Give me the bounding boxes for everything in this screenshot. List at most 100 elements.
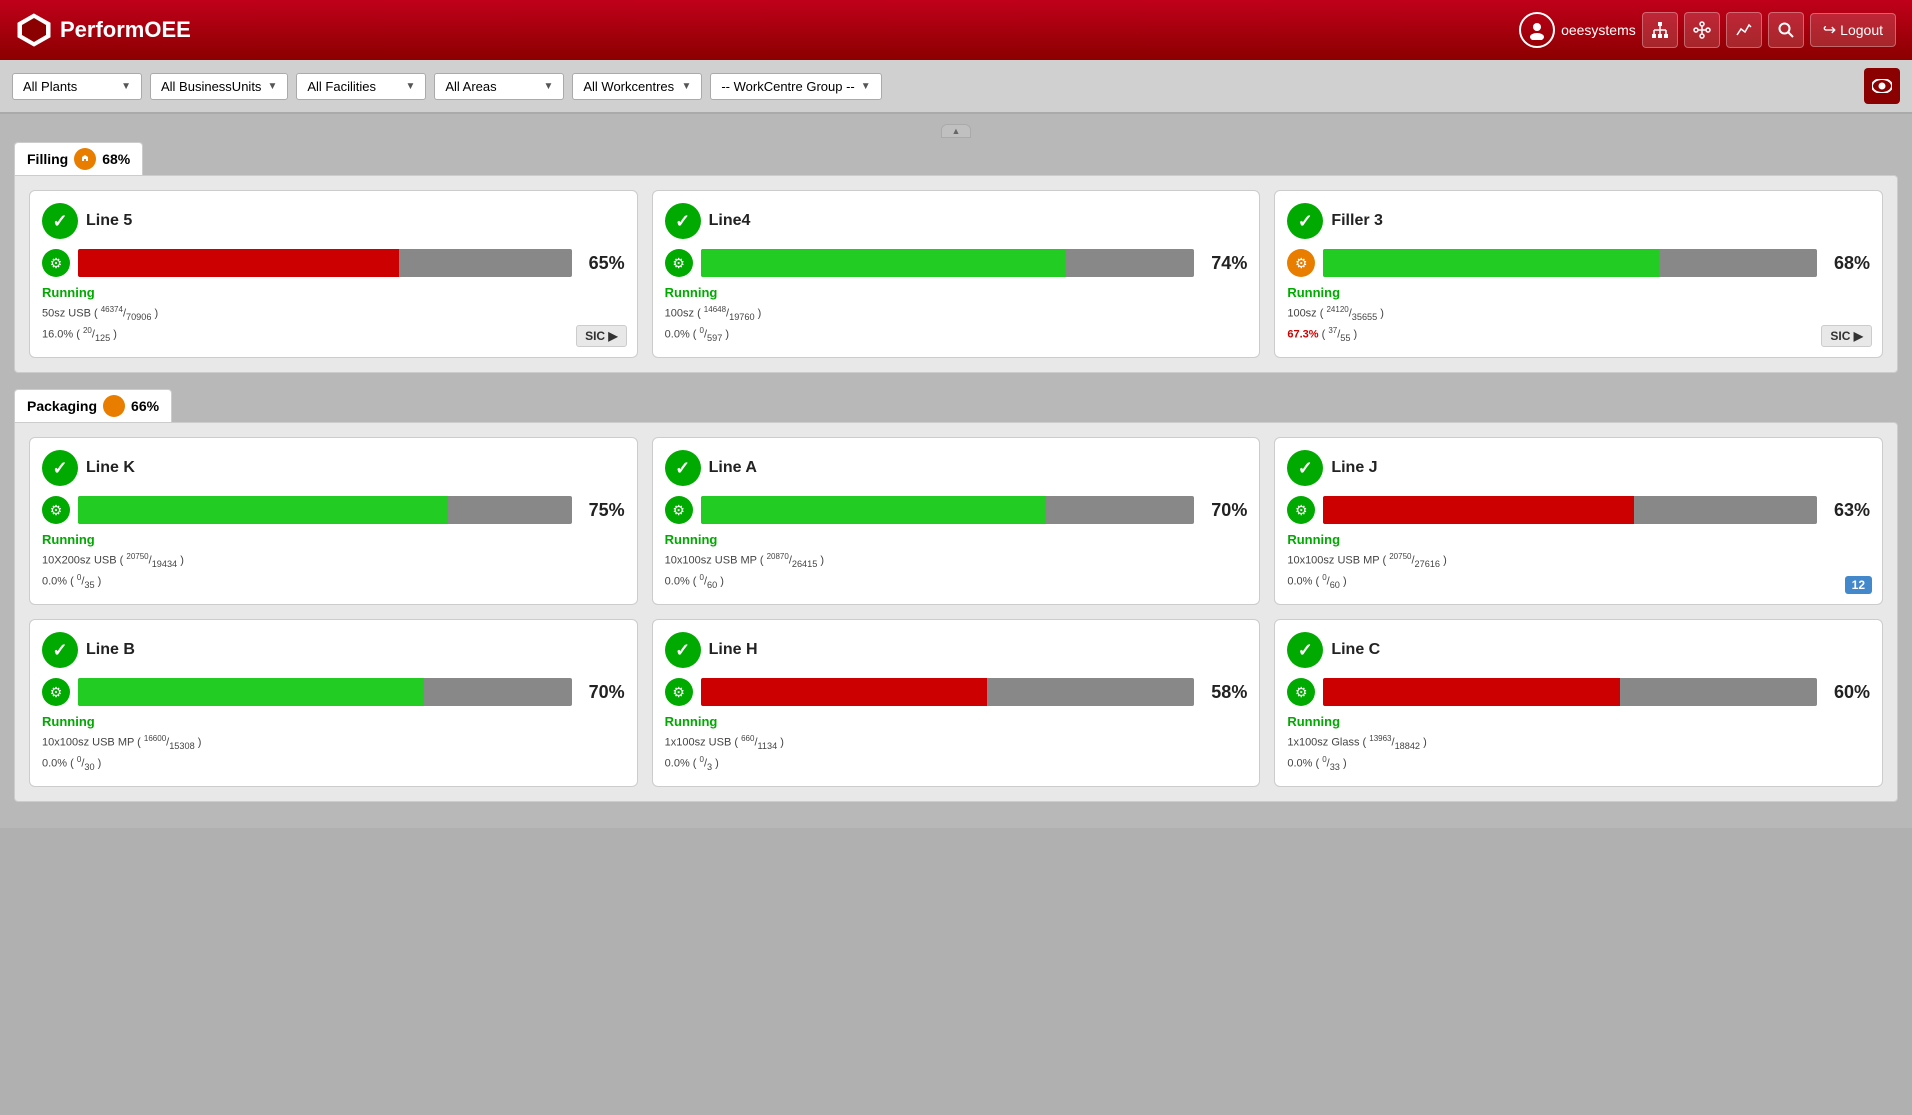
gear-icon-lineH: ⚙ [665,678,693,706]
progress-bar-lineB [78,678,572,706]
check-icon-lineK: ✓ [42,450,78,486]
collapse-handle[interactable]: ▲ [941,124,971,138]
info-lineH: 1x100sz USB ( 660/1134 ) 0.0% ( 0/3 ) [665,733,1248,774]
user-avatar [1519,12,1555,48]
gear-icon-lineB: ⚙ [42,678,70,706]
progress-fill-lineA [701,496,1047,524]
card-lineC: ✓ Line C ⚙ 60% Running 1x100sz Glass ( 1… [1274,619,1883,787]
gear-icon-line4: ⚙ [665,249,693,277]
status-lineA: Running [665,532,1248,547]
card-filler3-header: ✓ Filler 3 [1287,203,1870,239]
filling-cards: ✓ Line 5 ⚙ 65% Running 50sz USB ( 46374/… [14,175,1898,373]
logout-arrow-icon: ↪ [1823,20,1836,40]
filter-bar: All Plants ▼ All BusinessUnits ▼ All Fac… [0,60,1912,114]
card-lineA-progress-row: ⚙ 70% [665,496,1248,524]
gear-icon-lineK: ⚙ [42,496,70,524]
packaging-tab[interactable]: Packaging 66% [14,389,172,422]
visibility-button[interactable] [1864,68,1900,104]
card-lineB-progress-row: ⚙ 70% [42,678,625,706]
card-lineH-title: Line H [709,641,758,659]
progress-fill-filler3 [1323,249,1659,277]
card-lineC-header: ✓ Line C [1287,632,1870,668]
filling-oee-value: 68% [102,151,130,167]
progress-bar-lineC [1323,678,1817,706]
card-lineH: ✓ Line H ⚙ 58% Running 1x100sz USB ( 660… [652,619,1261,787]
logout-label: Logout [1840,22,1883,38]
status-lineC: Running [1287,714,1870,729]
all-business-units-select[interactable]: All BusinessUnits ▼ [150,73,288,100]
info-line4: 100sz ( 14648/19760 ) 0.0% ( 0/597 ) [665,304,1248,345]
filling-oee-badge [74,148,96,170]
card-lineB-header: ✓ Line B [42,632,625,668]
gear-icon-lineJ: ⚙ [1287,496,1315,524]
hierarchy-icon[interactable] [1642,12,1678,48]
all-plants-select[interactable]: All Plants ▼ [12,73,142,100]
chevron-down-icon: ▼ [861,81,871,92]
info-lineA: 10x100sz USB MP ( 20870/26415 ) 0.0% ( 0… [665,551,1248,592]
user-info: oeesystems [1519,12,1636,48]
search-icon[interactable] [1768,12,1804,48]
sic-button-line5[interactable]: SIC ▶ [576,325,627,347]
card-lineA: ✓ Line A ⚙ 70% Running 10x100sz USB MP (… [652,437,1261,605]
pct-lineH: 58% [1202,682,1247,703]
gear-icon-lineC: ⚙ [1287,678,1315,706]
status-lineH: Running [665,714,1248,729]
card-lineB-title: Line B [86,641,135,659]
check-icon-line5: ✓ [42,203,78,239]
pct-lineC: 60% [1825,682,1870,703]
main-content: ▲ Filling 68% ✓ Line 5 ⚙ [0,114,1912,828]
chevron-down-icon: ▼ [121,81,131,92]
card-line5: ✓ Line 5 ⚙ 65% Running 50sz USB ( 46374/… [29,190,638,358]
card-filler3-progress-row: ⚙ 68% [1287,249,1870,277]
chart-icon[interactable] [1726,12,1762,48]
workcentre-group-label: -- WorkCentre Group -- [721,79,854,94]
card-filler3: ✓ Filler 3 ⚙ 68% Running 100sz ( 24120/3… [1274,190,1883,358]
logo: PerformOEE [16,12,191,48]
badge-lineJ: 12 [1845,576,1872,594]
all-facilities-label: All Facilities [307,79,376,94]
all-facilities-select[interactable]: All Facilities ▼ [296,73,426,100]
filling-tab[interactable]: Filling 68% [14,142,143,175]
check-icon-lineB: ✓ [42,632,78,668]
packaging-oee-badge [103,395,125,417]
card-lineJ-title: Line J [1331,459,1377,477]
status-filler3: Running [1287,285,1870,300]
app-header: PerformOEE oeesystems ↪ Logout [0,0,1912,60]
card-line5-header: ✓ Line 5 [42,203,625,239]
logo-text: PerformOEE [60,17,191,43]
progress-fill-line4 [701,249,1066,277]
card-lineC-progress-row: ⚙ 60% [1287,678,1870,706]
card-line5-title: Line 5 [86,212,132,230]
info-filler3: 100sz ( 24120/35655 ) 67.3% ( 37/55 ) [1287,304,1870,345]
progress-bar-filler3 [1323,249,1817,277]
status-line4: Running [665,285,1248,300]
red-info-filler3: 67.3% [1287,328,1318,340]
packaging-section-header: Packaging 66% [14,389,1898,422]
sic-button-filler3[interactable]: SIC ▶ [1821,325,1872,347]
filling-section-header: Filling 68% [14,142,1898,175]
workcentre-group-select[interactable]: -- WorkCentre Group -- ▼ [710,73,881,100]
progress-fill-lineJ [1323,496,1634,524]
pct-filler3: 68% [1825,253,1870,274]
all-workcentres-select[interactable]: All Workcentres ▼ [572,73,702,100]
all-areas-select[interactable]: All Areas ▼ [434,73,564,100]
progress-fill-lineH [701,678,987,706]
check-icon-line4: ✓ [665,203,701,239]
network-icon[interactable] [1684,12,1720,48]
packaging-cards: ✓ Line K ⚙ 75% Running 10X200sz USB ( 20… [14,422,1898,802]
pct-line4: 74% [1202,253,1247,274]
filling-section: Filling 68% ✓ Line 5 ⚙ 65% [14,142,1898,373]
pct-lineK: 75% [580,500,625,521]
check-icon-lineJ: ✓ [1287,450,1323,486]
card-line4-title: Line4 [709,212,751,230]
progress-bar-lineH [701,678,1195,706]
check-icon-lineA: ✓ [665,450,701,486]
logout-button[interactable]: ↪ Logout [1810,13,1896,47]
card-lineA-title: Line A [709,459,757,477]
all-areas-label: All Areas [445,79,496,94]
check-icon-lineH: ✓ [665,632,701,668]
card-lineK: ✓ Line K ⚙ 75% Running 10X200sz USB ( 20… [29,437,638,605]
header-nav: oeesystems ↪ Logout [1519,12,1896,48]
pct-lineA: 70% [1202,500,1247,521]
packaging-oee-value: 66% [131,398,159,414]
